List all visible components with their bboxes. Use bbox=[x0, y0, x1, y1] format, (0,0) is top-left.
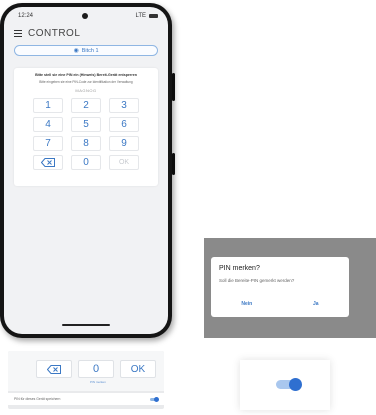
pin-title: Bitte stell sie eine PIN ein (Hinweis) B… bbox=[35, 73, 137, 77]
network-label: LTE bbox=[135, 13, 146, 19]
wifi-icon: ◉ bbox=[73, 48, 79, 54]
key-6[interactable]: 6 bbox=[109, 117, 139, 132]
remember-pin-dialog: PIN merken? Soll die Bereite-PIN gemerkt… bbox=[211, 257, 349, 317]
room-selector[interactable]: ◉ Bitch 1 bbox=[14, 45, 158, 56]
backspace-button[interactable] bbox=[33, 155, 63, 170]
key-8[interactable]: 8 bbox=[71, 136, 101, 151]
key-9[interactable]: 9 bbox=[109, 136, 139, 151]
key-2[interactable]: 2 bbox=[71, 98, 101, 113]
remember-pin-label: PIN für dieses Gerät speichern bbox=[14, 397, 61, 401]
detail-ok-button[interactable]: OK bbox=[120, 360, 156, 378]
dialog-no-button[interactable]: Nein bbox=[241, 301, 252, 307]
backspace-icon bbox=[47, 364, 61, 374]
battery-icon bbox=[149, 14, 158, 18]
detail-backspace-button[interactable] bbox=[36, 360, 72, 378]
pin-subtitle: Bitte eingeben sie eine PIN-Code zur Ide… bbox=[39, 80, 133, 84]
key-5[interactable]: 5 bbox=[71, 117, 101, 132]
room-selector-label: Bitch 1 bbox=[81, 47, 99, 54]
detail-caption: PIN merken bbox=[90, 380, 106, 384]
key-0[interactable]: 0 bbox=[71, 155, 101, 170]
dialog-yes-button[interactable]: Ja bbox=[313, 301, 319, 307]
backspace-icon bbox=[41, 158, 55, 167]
keypad-detail-screenshot: 0 OK PIN merken PIN für dieses Gerät spe… bbox=[8, 351, 164, 409]
key-4[interactable]: 4 bbox=[33, 117, 63, 132]
volume-button bbox=[172, 153, 175, 175]
front-camera bbox=[82, 13, 88, 19]
toggle-screenshot bbox=[240, 360, 330, 410]
pin-display: MAGNOG bbox=[75, 88, 97, 93]
home-indicator[interactable] bbox=[62, 324, 110, 326]
app-logo: CONTROL bbox=[28, 27, 81, 39]
dialog-screenshot: PIN merken? Soll die Bereite-PIN gemerkt… bbox=[204, 238, 376, 338]
key-3[interactable]: 3 bbox=[109, 98, 139, 113]
phone-screen: 12:24 LTE CONTROL ◉ Bitch 1 Bitte stell … bbox=[4, 7, 168, 334]
hamburger-icon[interactable] bbox=[14, 29, 22, 37]
key-1[interactable]: 1 bbox=[33, 98, 63, 113]
remember-pin-toggle[interactable] bbox=[150, 396, 159, 402]
key-7[interactable]: 7 bbox=[33, 136, 63, 151]
keypad: 1 2 3 4 5 6 7 8 9 0 OK bbox=[14, 98, 158, 170]
power-button bbox=[172, 73, 175, 101]
app-bar: CONTROL bbox=[4, 25, 168, 41]
dialog-title: PIN merken? bbox=[219, 265, 260, 272]
dialog-message: Soll die Bereite-PIN gemerkt werden? bbox=[219, 278, 295, 283]
pin-entry-card: Bitte stell sie eine PIN ein (Hinweis) B… bbox=[14, 68, 158, 186]
status-time: 12:24 bbox=[18, 13, 34, 19]
remember-pin-row[interactable]: PIN für dieses Gerät speichern bbox=[8, 393, 164, 405]
phone-frame: 12:24 LTE CONTROL ◉ Bitch 1 Bitte stell … bbox=[0, 3, 175, 338]
toggle-knob bbox=[289, 378, 302, 391]
ok-button[interactable]: OK bbox=[109, 155, 139, 170]
detail-key-0[interactable]: 0 bbox=[78, 360, 114, 378]
remember-toggle[interactable] bbox=[276, 378, 302, 391]
